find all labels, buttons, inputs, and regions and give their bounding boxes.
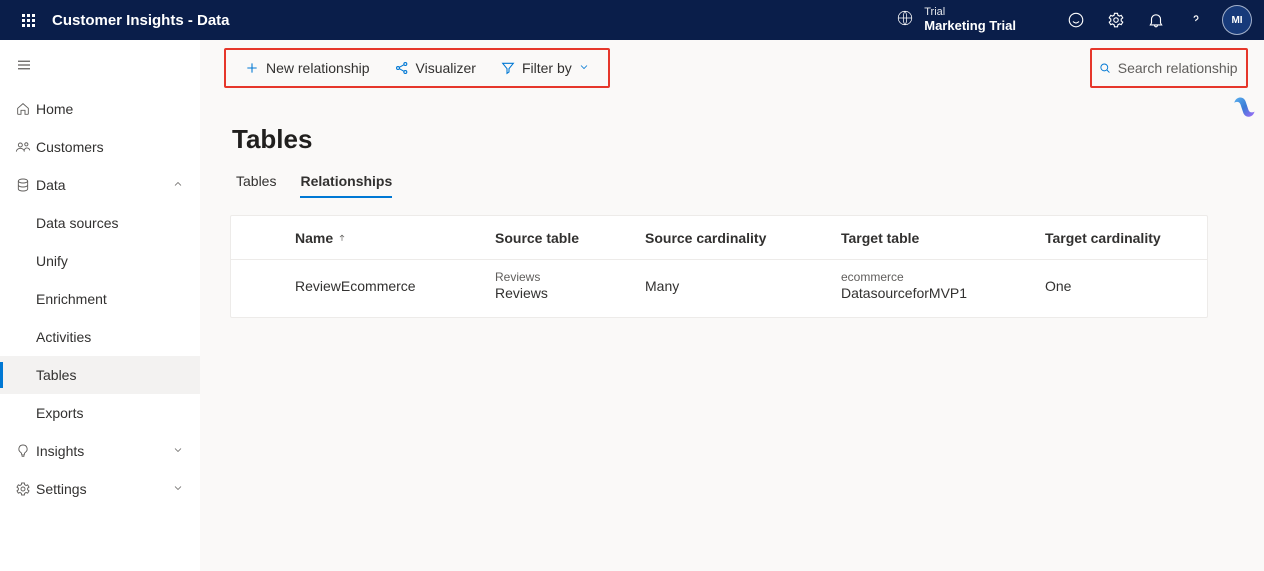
command-bar: New relationship Visualizer Filter by <box>224 48 610 88</box>
sidebar-item-data-sources[interactable]: Data sources <box>0 204 200 242</box>
sidebar-item-exports[interactable]: Exports <box>0 394 200 432</box>
settings-icon[interactable] <box>1096 0 1136 40</box>
account-avatar[interactable]: MI <box>1222 5 1252 35</box>
chevron-up-icon <box>172 177 184 193</box>
feedback-icon[interactable] <box>1056 0 1096 40</box>
copilot-icon[interactable] <box>1230 94 1258 122</box>
cell-target-table: ecommerce DatasourceforMVP1 <box>837 270 1041 303</box>
cmd-label: Filter by <box>522 60 572 76</box>
environment-icon <box>896 9 914 30</box>
search-icon <box>1098 60 1112 76</box>
col-name[interactable]: Name <box>291 230 491 246</box>
app-title: Customer Insights - Data <box>48 12 230 29</box>
sidebar-item-label: Settings <box>36 481 87 497</box>
filter-by-button[interactable]: Filter by <box>490 50 600 86</box>
chevron-down-icon <box>172 481 184 497</box>
customers-icon <box>10 139 36 155</box>
sidebar-item-home[interactable]: Home <box>0 90 200 128</box>
environment-label: Trial <box>924 6 1016 19</box>
sidebar-item-label: Customers <box>36 139 104 155</box>
sort-asc-icon <box>337 230 347 246</box>
share-icon <box>394 60 410 76</box>
sidebar-item-insights[interactable]: Insights <box>0 432 200 470</box>
sidebar-item-label: Data <box>36 177 66 193</box>
sidebar-item-label: Data sources <box>36 215 118 231</box>
new-relationship-button[interactable]: New relationship <box>234 50 380 86</box>
nav-collapse-area <box>0 40 48 77</box>
environment-picker[interactable]: Trial Marketing Trial <box>896 6 1056 34</box>
cell-name: ReviewEcommerce <box>291 278 491 294</box>
cell-source-table: Reviews Reviews <box>491 270 641 303</box>
relationships-table: Name Source table Source cardinality Tar… <box>230 215 1208 318</box>
page-title: Tables <box>224 96 1248 165</box>
insights-icon <box>10 443 36 459</box>
hamburger-icon[interactable] <box>15 56 33 77</box>
sidebar-item-label: Home <box>36 101 73 117</box>
data-icon <box>10 177 36 193</box>
cell-source-cardinality: Many <box>641 278 837 294</box>
plus-icon <box>244 60 260 76</box>
sidebar: Home Customers Data Data sources Unify E… <box>0 40 200 571</box>
sidebar-item-label: Tables <box>36 367 76 383</box>
tab-relationships[interactable]: Relationships <box>300 165 392 197</box>
sidebar-item-label: Unify <box>36 253 68 269</box>
tab-tables[interactable]: Tables <box>236 165 276 197</box>
cmd-label: New relationship <box>266 60 370 76</box>
cell-target-cardinality: One <box>1041 278 1207 294</box>
sidebar-item-enrichment[interactable]: Enrichment <box>0 280 200 318</box>
app-launcher-icon[interactable] <box>8 0 48 40</box>
tabs: Tables Relationships <box>224 165 1248 197</box>
cmd-label: Visualizer <box>416 60 476 76</box>
sidebar-item-label: Activities <box>36 329 91 345</box>
help-icon[interactable] <box>1176 0 1216 40</box>
sidebar-item-data[interactable]: Data <box>0 166 200 204</box>
top-actions: MI <box>1056 0 1256 40</box>
filter-icon <box>500 60 516 76</box>
col-target-table[interactable]: Target table <box>837 230 1041 246</box>
sidebar-item-activities[interactable]: Activities <box>0 318 200 356</box>
col-source-table[interactable]: Source table <box>491 230 641 246</box>
sidebar-item-label: Enrichment <box>36 291 107 307</box>
col-source-cardinality[interactable]: Source cardinality <box>641 230 837 246</box>
notifications-icon[interactable] <box>1136 0 1176 40</box>
sidebar-item-customers[interactable]: Customers <box>0 128 200 166</box>
main-content: New relationship Visualizer Filter by <box>200 40 1264 571</box>
sidebar-item-label: Insights <box>36 443 84 459</box>
home-icon <box>10 101 36 117</box>
sidebar-item-label: Exports <box>36 405 83 421</box>
gear-icon <box>10 481 36 497</box>
col-target-cardinality[interactable]: Target cardinality <box>1041 230 1207 246</box>
top-bar: Customer Insights - Data Trial Marketing… <box>0 0 1264 40</box>
sidebar-item-settings[interactable]: Settings <box>0 470 200 508</box>
sidebar-item-tables[interactable]: Tables <box>0 356 200 394</box>
table-header: Name Source table Source cardinality Tar… <box>231 216 1207 260</box>
search-input[interactable] <box>1118 60 1238 76</box>
chevron-down-icon <box>172 443 184 459</box>
sidebar-item-unify[interactable]: Unify <box>0 242 200 280</box>
visualizer-button[interactable]: Visualizer <box>384 50 486 86</box>
chevron-down-icon <box>578 60 590 76</box>
table-row[interactable]: ReviewEcommerce Reviews Reviews Many eco… <box>231 260 1207 317</box>
environment-name: Marketing Trial <box>924 19 1016 34</box>
search-relationships[interactable] <box>1090 48 1248 88</box>
